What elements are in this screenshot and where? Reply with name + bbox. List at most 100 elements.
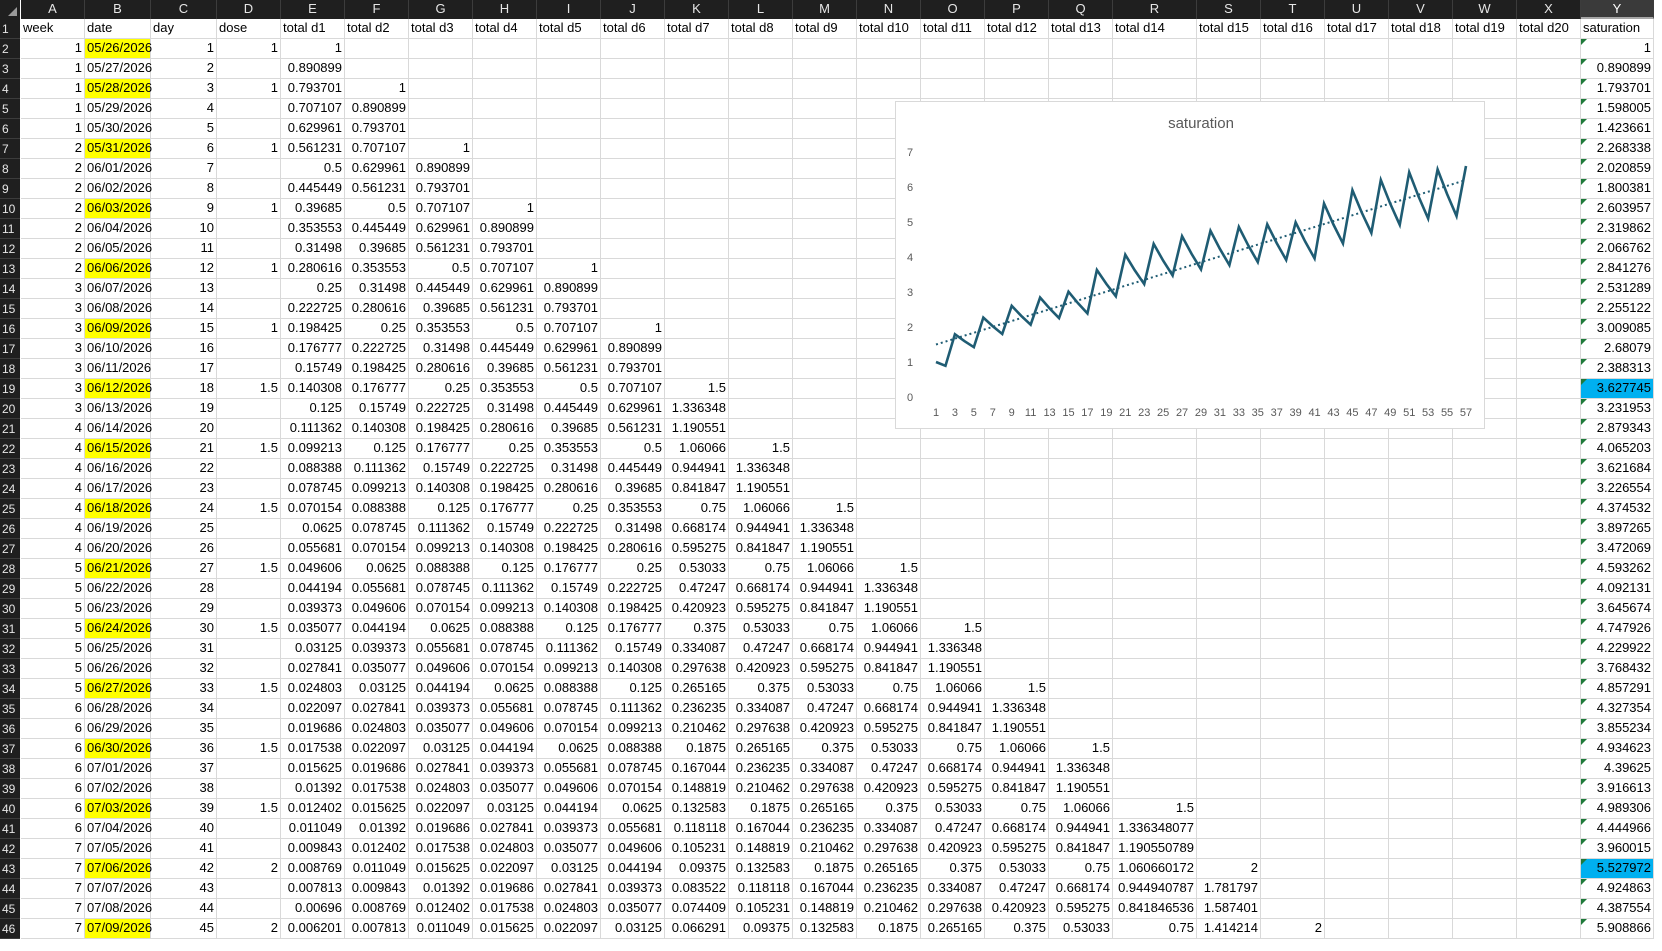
table-cell[interactable]: 0.022097 xyxy=(409,799,473,819)
table-cell[interactable] xyxy=(537,39,601,59)
table-cell[interactable]: 1.06066 xyxy=(793,559,857,579)
table-cell[interactable] xyxy=(1517,299,1581,319)
table-cell[interactable]: 22 xyxy=(151,459,217,479)
table-cell[interactable]: 0.280616 xyxy=(537,479,601,499)
table-cell[interactable]: 1.5 xyxy=(217,499,281,519)
table-cell[interactable] xyxy=(217,59,281,79)
table-cell[interactable] xyxy=(1389,79,1453,99)
table-cell[interactable] xyxy=(985,539,1049,559)
table-cell[interactable]: 3.621684 xyxy=(1581,459,1654,479)
table-cell[interactable]: 06/11/2026 xyxy=(85,359,151,379)
table-cell[interactable]: 5 xyxy=(21,619,85,639)
row-header-12[interactable]: 12 xyxy=(0,239,20,259)
table-cell[interactable]: 06/28/2026 xyxy=(85,699,152,719)
table-cell[interactable]: 0.5 xyxy=(409,259,473,279)
table-cell[interactable]: 2.841276 xyxy=(1581,259,1654,279)
table-cell[interactable]: 0.297638 xyxy=(793,779,857,799)
row-header-28[interactable]: 28 xyxy=(0,559,20,579)
table-cell[interactable] xyxy=(217,839,281,859)
header-cell[interactable]: total d13 xyxy=(1049,19,1113,39)
table-cell[interactable]: 0.035077 xyxy=(537,839,601,859)
table-cell[interactable] xyxy=(1261,859,1325,879)
table-cell[interactable]: 0.5 xyxy=(345,199,409,219)
table-cell[interactable]: 6 xyxy=(21,759,85,779)
table-cell[interactable]: 0.066291 xyxy=(665,919,729,939)
table-cell[interactable] xyxy=(1197,439,1261,459)
table-cell[interactable]: 0.841846536 xyxy=(1113,899,1197,919)
table-cell[interactable] xyxy=(601,79,665,99)
table-cell[interactable]: 1 xyxy=(217,39,281,59)
table-cell[interactable]: 07/07/2026 xyxy=(85,879,152,899)
table-cell[interactable]: 07/03/2026 xyxy=(85,799,152,819)
table-cell[interactable]: 0.111362 xyxy=(473,579,537,599)
table-cell[interactable] xyxy=(985,559,1049,579)
table-cell[interactable]: 0.035077 xyxy=(409,719,473,739)
table-cell[interactable]: 13 xyxy=(151,279,217,299)
table-cell[interactable] xyxy=(217,519,281,539)
row-header-33[interactable]: 33 xyxy=(0,659,20,679)
table-cell[interactable]: 0.1875 xyxy=(857,919,921,939)
table-cell[interactable]: 0.132583 xyxy=(729,859,793,879)
table-cell[interactable]: 0.334087 xyxy=(857,819,921,839)
table-cell[interactable]: 0.01392 xyxy=(345,819,409,839)
header-cell[interactable]: date xyxy=(85,19,151,39)
table-cell[interactable]: 2 xyxy=(217,859,281,879)
table-cell[interactable]: 07/08/2026 xyxy=(85,899,152,919)
table-cell[interactable]: 4.747926 xyxy=(1581,619,1654,639)
table-cell[interactable] xyxy=(1389,739,1453,759)
table-cell[interactable]: 2.603957 xyxy=(1581,199,1654,219)
table-cell[interactable]: 06/05/2026 xyxy=(85,239,152,259)
table-cell[interactable]: 06/23/2026 xyxy=(85,599,152,619)
table-cell[interactable] xyxy=(921,59,985,79)
table-cell[interactable] xyxy=(1197,579,1261,599)
table-cell[interactable]: 2 xyxy=(21,159,85,179)
table-cell[interactable]: 0.53033 xyxy=(1049,919,1113,939)
table-cell[interactable]: 0.198425 xyxy=(473,479,537,499)
table-cell[interactable]: 0.39685 xyxy=(537,419,601,439)
table-cell[interactable]: 0.035077 xyxy=(281,619,345,639)
row-header-42[interactable]: 42 xyxy=(0,839,20,859)
table-cell[interactable] xyxy=(601,59,665,79)
row-header-37[interactable]: 37 xyxy=(0,739,20,759)
table-cell[interactable] xyxy=(1325,739,1389,759)
table-cell[interactable] xyxy=(665,99,729,119)
table-cell[interactable]: 0.265165 xyxy=(665,679,729,699)
table-cell[interactable] xyxy=(1389,599,1453,619)
table-cell[interactable] xyxy=(1197,539,1261,559)
header-cell[interactable]: total d12 xyxy=(985,19,1049,39)
table-cell[interactable] xyxy=(1113,59,1197,79)
table-cell[interactable]: 0.008769 xyxy=(281,859,345,879)
table-cell[interactable]: 0.353553 xyxy=(281,219,345,239)
table-cell[interactable] xyxy=(921,599,985,619)
table-cell[interactable]: 0.353553 xyxy=(409,319,473,339)
table-cell[interactable]: 0.03125 xyxy=(409,739,473,759)
table-cell[interactable] xyxy=(217,279,281,299)
table-cell[interactable] xyxy=(1113,679,1197,699)
table-cell[interactable]: 0.015625 xyxy=(409,859,473,879)
table-cell[interactable]: 1.06066 xyxy=(1049,799,1113,819)
table-cell[interactable]: 0.707107 xyxy=(409,199,473,219)
table-cell[interactable]: 3.226554 xyxy=(1581,479,1654,499)
table-cell[interactable]: 0.210462 xyxy=(857,899,921,919)
table-cell[interactable]: 1.5 xyxy=(729,439,793,459)
table-cell[interactable] xyxy=(729,379,793,399)
table-cell[interactable]: 1 xyxy=(21,39,85,59)
column-header-e[interactable]: E xyxy=(281,0,345,19)
table-cell[interactable] xyxy=(1325,699,1389,719)
table-cell[interactable]: 1.5 xyxy=(1113,799,1197,819)
table-cell[interactable]: 0.078745 xyxy=(473,639,537,659)
table-cell[interactable]: 0.47247 xyxy=(921,819,985,839)
header-cell[interactable]: total d18 xyxy=(1389,19,1453,39)
table-cell[interactable]: 0.75 xyxy=(1113,919,1197,939)
table-cell[interactable]: 0.0625 xyxy=(537,739,601,759)
table-cell[interactable]: 4 xyxy=(21,499,85,519)
table-cell[interactable]: 0.019686 xyxy=(409,819,473,839)
header-cell[interactable]: total d7 xyxy=(665,19,729,39)
table-cell[interactable]: 0.125 xyxy=(537,619,601,639)
table-cell[interactable]: 0.707107 xyxy=(601,379,665,399)
table-cell[interactable]: 0.1875 xyxy=(793,859,857,879)
table-cell[interactable] xyxy=(601,279,665,299)
table-cell[interactable] xyxy=(1453,919,1517,939)
table-cell[interactable]: 5.527972 xyxy=(1581,859,1654,879)
table-cell[interactable]: 1.5 xyxy=(665,379,729,399)
